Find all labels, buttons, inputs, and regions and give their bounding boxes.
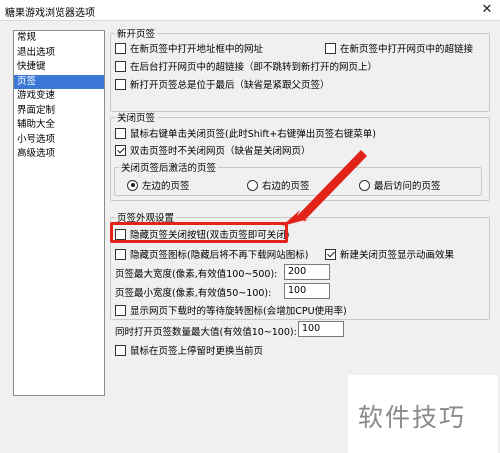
watermark-text: 软件技巧 — [358, 403, 467, 432]
